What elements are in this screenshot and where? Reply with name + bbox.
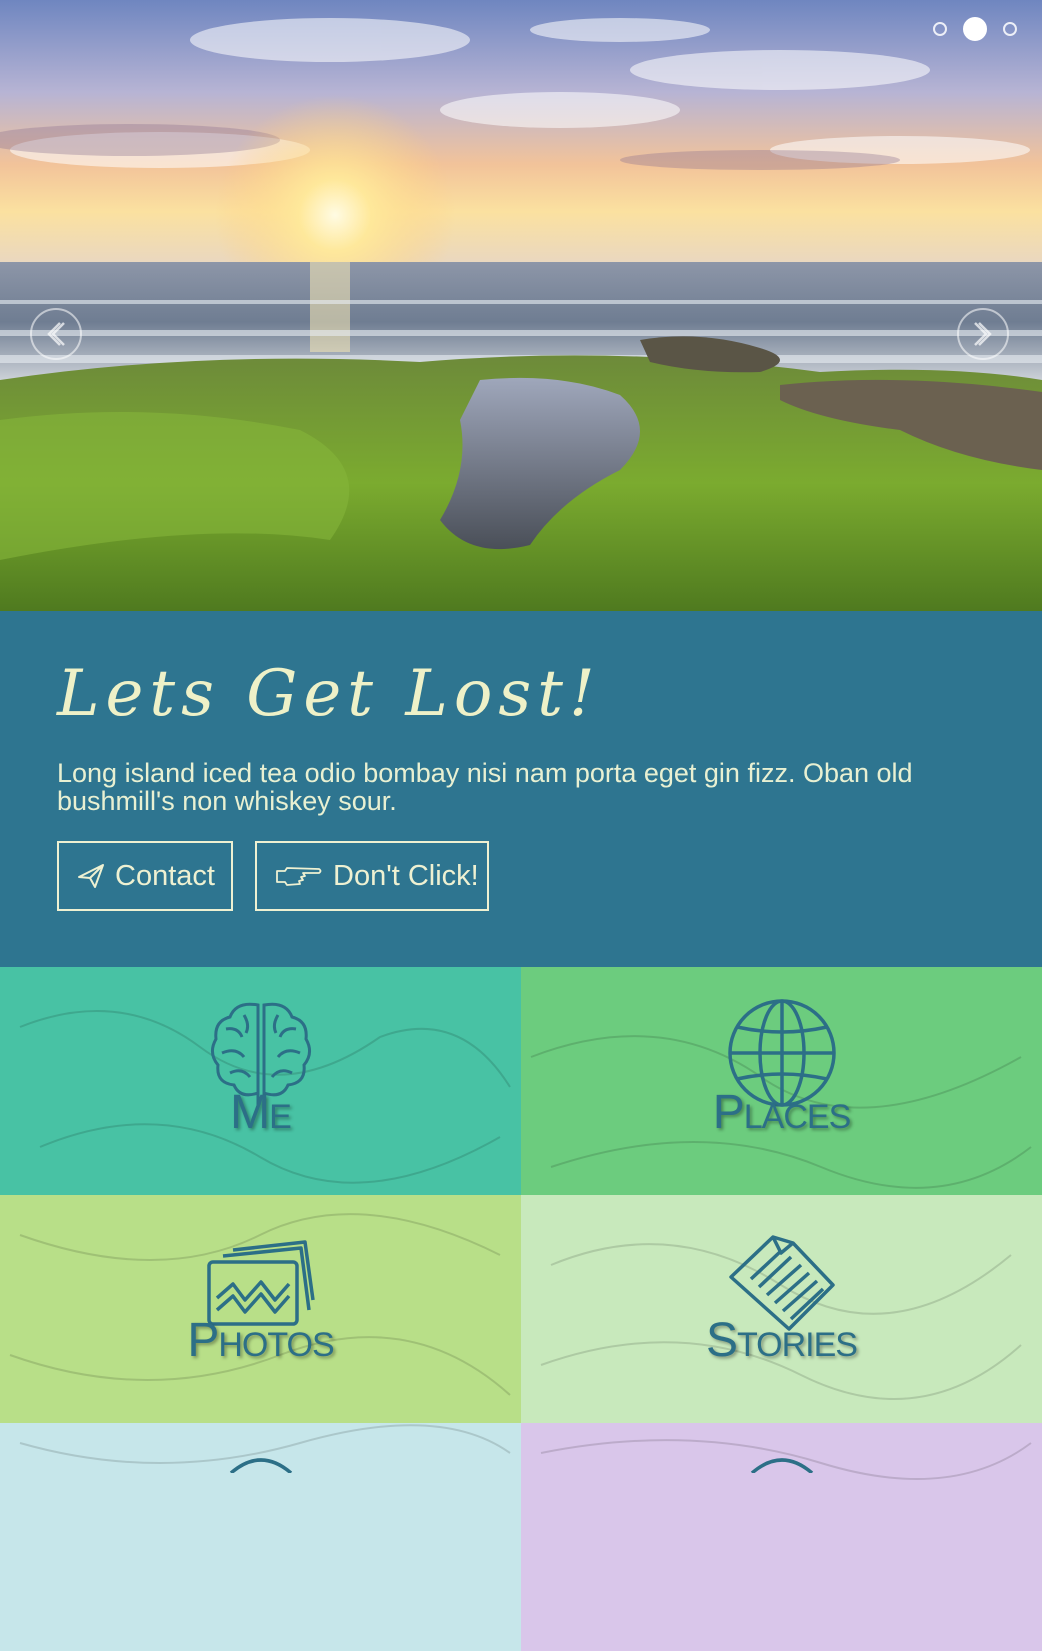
tile-stories[interactable]: Stories <box>521 1195 1042 1423</box>
intro-section: Lets Get Lost! Long island iced tea odio… <box>0 611 1042 967</box>
chevron-left-icon <box>47 322 65 346</box>
chevron-right-icon <box>974 322 992 346</box>
hero-image <box>0 0 1042 611</box>
slide-dot-1[interactable] <box>933 22 947 36</box>
next-slide-button[interactable] <box>957 308 1009 360</box>
circle-icon <box>750 1458 814 1473</box>
dont-click-button[interactable]: Don't Click! <box>255 841 489 911</box>
hero-slideshow <box>0 0 1042 611</box>
paper-plane-icon <box>78 864 104 888</box>
contact-button[interactable]: Contact <box>57 841 233 911</box>
tile-photos-label: Photos <box>187 1314 334 1367</box>
tile-6[interactable] <box>521 1423 1042 1651</box>
circle-icon <box>229 1458 293 1473</box>
tile-places[interactable]: Places <box>521 967 1042 1195</box>
contact-label: Contact <box>115 859 215 892</box>
tile-places-label: Places <box>712 1086 852 1139</box>
tile-me-label: Me <box>230 1086 292 1139</box>
tile-stories-label: Stories <box>706 1314 858 1367</box>
tile-5[interactable] <box>0 1423 521 1651</box>
tile-me[interactable]: Me <box>0 967 521 1195</box>
tile-photos[interactable]: Photos <box>0 1195 521 1423</box>
slide-dot-3[interactable] <box>1003 22 1017 36</box>
slide-dot-2-active[interactable] <box>963 17 987 41</box>
intro-title: Lets Get Lost! <box>57 657 601 731</box>
pointing-hand-icon <box>276 867 322 886</box>
dont-click-label: Don't Click! <box>333 859 479 892</box>
slide-indicators <box>933 17 1017 41</box>
prev-slide-button[interactable] <box>30 308 82 360</box>
intro-body: Long island iced tea odio bombay nisi na… <box>57 758 913 816</box>
